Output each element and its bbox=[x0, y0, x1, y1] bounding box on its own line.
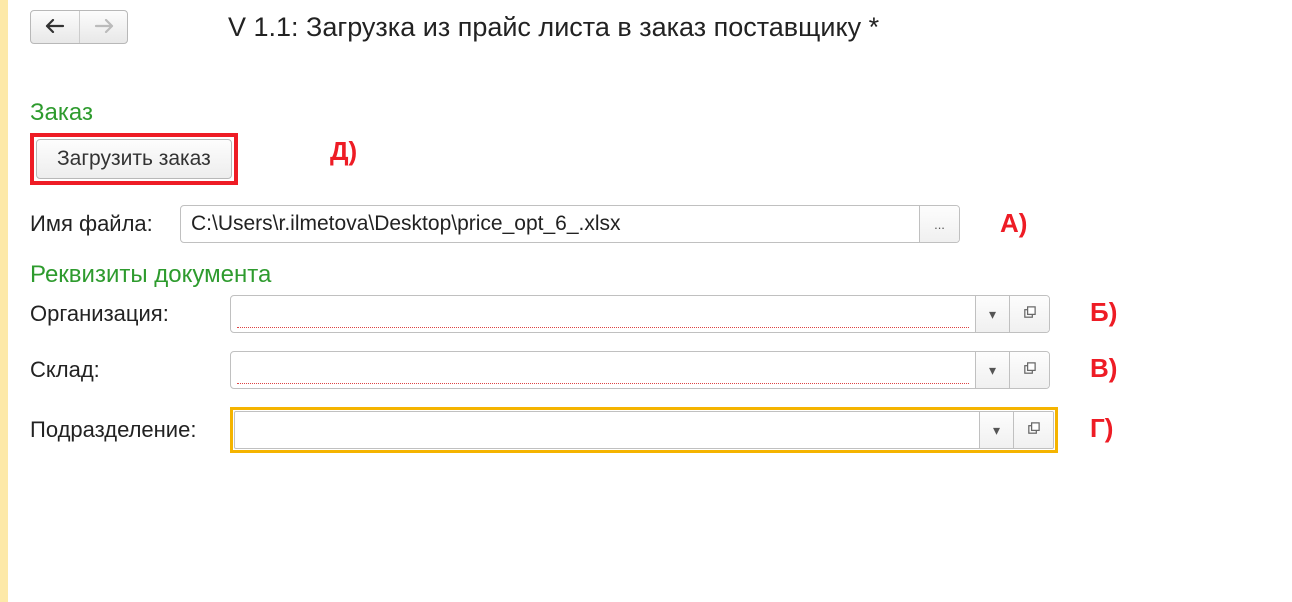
section-order-label: Заказ bbox=[30, 99, 1262, 127]
department-input[interactable] bbox=[235, 412, 979, 448]
warehouse-open-button[interactable] bbox=[1009, 352, 1049, 388]
nav-back-button[interactable] bbox=[31, 11, 79, 43]
arrow-left-icon bbox=[45, 16, 65, 39]
warehouse-dropdown-button[interactable] bbox=[975, 352, 1009, 388]
filename-input[interactable] bbox=[181, 206, 919, 242]
department-input-group bbox=[234, 411, 1054, 449]
chevron-down-icon bbox=[989, 306, 996, 323]
section-requisites-label: Реквизиты документа bbox=[30, 261, 1262, 289]
annotation-v: В) bbox=[1090, 353, 1117, 384]
filename-browse-button[interactable]: ... bbox=[919, 206, 959, 242]
load-order-highlight: Загрузить заказ bbox=[30, 133, 238, 185]
warehouse-input[interactable] bbox=[237, 356, 969, 384]
annotation-d: Д) bbox=[330, 136, 357, 167]
open-external-icon bbox=[1026, 421, 1041, 439]
page-title: V 1.1: Загрузка из прайс листа в заказ п… bbox=[228, 12, 879, 43]
department-dropdown-button[interactable] bbox=[979, 412, 1013, 448]
organization-input[interactable] bbox=[237, 300, 969, 328]
filename-label: Имя файла: bbox=[30, 211, 180, 237]
filename-input-group: ... bbox=[180, 205, 960, 243]
nav-forward-button[interactable] bbox=[79, 11, 127, 43]
department-highlight bbox=[230, 407, 1058, 453]
warehouse-input-group bbox=[230, 351, 1050, 389]
open-external-icon bbox=[1022, 305, 1037, 323]
organization-label: Организация: bbox=[30, 301, 230, 327]
load-order-button[interactable]: Загрузить заказ bbox=[36, 139, 232, 179]
department-label: Подразделение: bbox=[30, 417, 230, 443]
chevron-down-icon bbox=[993, 422, 1000, 439]
open-external-icon bbox=[1022, 361, 1037, 379]
annotation-b: Б) bbox=[1090, 297, 1117, 328]
warehouse-label: Склад: bbox=[30, 357, 230, 383]
organization-open-button[interactable] bbox=[1009, 296, 1049, 332]
chevron-down-icon bbox=[989, 362, 996, 379]
organization-input-group bbox=[230, 295, 1050, 333]
annotation-g: Г) bbox=[1090, 413, 1113, 444]
department-open-button[interactable] bbox=[1013, 412, 1053, 448]
nav-button-group bbox=[30, 10, 128, 44]
organization-dropdown-button[interactable] bbox=[975, 296, 1009, 332]
annotation-a: А) bbox=[1000, 208, 1027, 239]
arrow-right-icon bbox=[94, 16, 114, 39]
